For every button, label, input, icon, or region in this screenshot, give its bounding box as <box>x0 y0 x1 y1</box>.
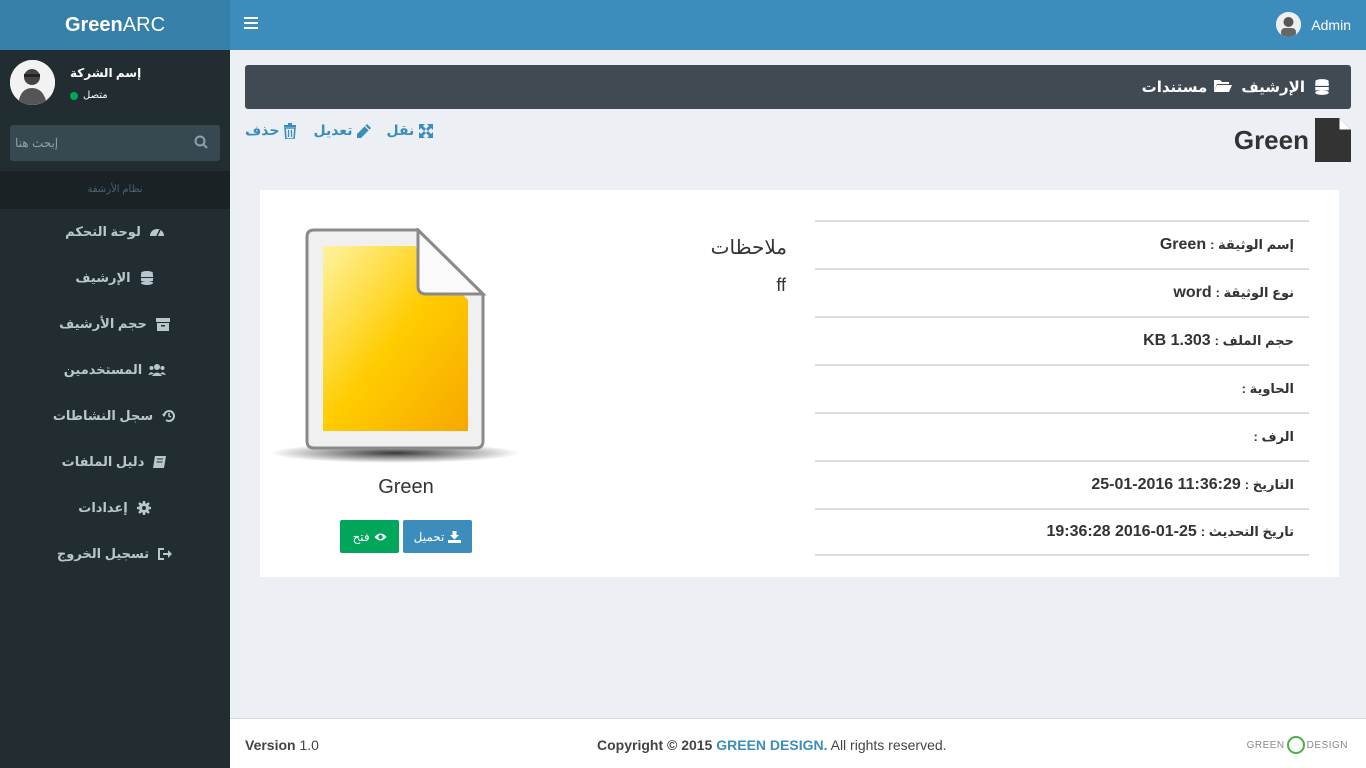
info-row-size: حجم الملف : KB 1.303 <box>815 316 1309 364</box>
download-button[interactable]: تحميل <box>403 520 472 553</box>
version-info: Version 1.0 <box>245 737 319 753</box>
history-icon <box>161 408 177 424</box>
notes-label: ملاحظات <box>710 237 787 259</box>
sidebar-item-settings[interactable]: إعدادات <box>0 485 230 531</box>
sidebar-menu: لوحة التحكم الإرشيف حجم الأرشيف المستخدم… <box>0 209 230 577</box>
page-title: Green <box>1234 118 1351 162</box>
trash-icon <box>283 122 299 140</box>
info-row-name: إسم الوثيقة : Green <box>815 220 1309 268</box>
sidebar-item-archive-size[interactable]: حجم الأرشيف <box>0 301 230 347</box>
green-design-logo-icon <box>1286 736 1305 754</box>
pencil-icon <box>356 123 372 139</box>
file-name: Green <box>378 476 434 498</box>
folder-open-icon <box>1214 78 1233 96</box>
info-row-date: التاريخ :11:36:29 25-01-2016 <box>815 460 1309 508</box>
company-name: إسم الشركة <box>70 66 142 80</box>
notes-value: ff <box>776 275 786 295</box>
avatar <box>10 60 55 105</box>
file-buttons: فتح تحميل <box>340 520 472 553</box>
database-icon <box>139 270 155 286</box>
breadcrumb: الإرشيف مستندات <box>245 65 1351 109</box>
archive-box-icon <box>155 316 171 332</box>
breadcrumb-archive[interactable]: الإرشيف <box>1241 78 1305 96</box>
dashboard-icon <box>149 224 165 240</box>
file-icon <box>1315 118 1351 162</box>
info-row-type: نوع الوثيقة : word <box>815 268 1309 316</box>
copyright: Copyright © 2015 GREEN DESIGN. All right… <box>597 737 947 753</box>
sidebar: إسم الشركة متصل نظام الأرشفة لوحة التحكم… <box>0 50 230 768</box>
info-row-shelf: الرف : <box>815 412 1309 460</box>
sidebar-item-users[interactable]: المستخدمين <box>0 347 230 393</box>
info-row-updated: تاريخ التحديث :2016-01-25 19:36:28 <box>815 508 1309 556</box>
online-dot-icon <box>70 91 78 100</box>
sign-out-icon <box>157 546 173 562</box>
document-info-list: إسم الوثيقة : Green نوع الوثيقة : word حجم… <box>815 220 1309 556</box>
brand-link[interactable]: GREEN DESIGN. <box>716 737 827 753</box>
document-actions: حذف تعديل نقل <box>245 122 434 140</box>
eye-icon <box>374 531 387 543</box>
user-menu[interactable]: Admin <box>1276 12 1351 37</box>
file-preview-icon <box>270 226 520 468</box>
user-panel: إسم الشركة متصل <box>10 60 220 110</box>
delete-button[interactable]: حذف <box>245 122 299 140</box>
book-icon <box>152 454 168 470</box>
arrows-expand-icon <box>418 123 434 139</box>
search-icon[interactable] <box>194 135 210 151</box>
breadcrumb-documents[interactable]: مستندات <box>1142 78 1208 96</box>
status-badge: متصل <box>70 90 108 101</box>
database-icon <box>1313 78 1331 96</box>
user-name: Admin <box>1311 16 1351 33</box>
sidebar-item-logout[interactable]: تسجيل الخروج <box>0 531 230 577</box>
footer-logo: GREEN DESIGN <box>1247 736 1348 754</box>
app-logo[interactable]: GreenARC <box>0 0 230 50</box>
sidebar-toggle-icon[interactable] <box>244 17 258 31</box>
download-icon <box>448 530 462 543</box>
sidebar-item-dashboard[interactable]: لوحة التحكم <box>0 209 230 255</box>
sidebar-search <box>10 125 220 161</box>
users-icon <box>148 362 167 378</box>
sidebar-item-archive[interactable]: الإرشيف <box>0 255 230 301</box>
search-input[interactable] <box>10 125 180 161</box>
edit-button[interactable]: تعديل <box>313 122 372 139</box>
document-details-panel: إسم الوثيقة : Green نوع الوثيقة : word حجم… <box>260 190 1339 577</box>
gear-icon <box>136 500 152 516</box>
open-button[interactable]: فتح <box>340 520 399 553</box>
top-navbar: Admin <box>230 0 1366 50</box>
nav-header: نظام الأرشفة <box>0 171 230 209</box>
avatar <box>1276 12 1302 37</box>
sidebar-item-activity-log[interactable]: سجل النشاطات <box>0 393 230 439</box>
info-row-container: الحاوية : <box>815 364 1309 412</box>
sidebar-item-file-directory[interactable]: دليل الملفات <box>0 439 230 485</box>
footer: Version 1.0 Copyright © 2015 GREEN DESIG… <box>230 718 1366 768</box>
move-button[interactable]: نقل <box>386 122 434 139</box>
